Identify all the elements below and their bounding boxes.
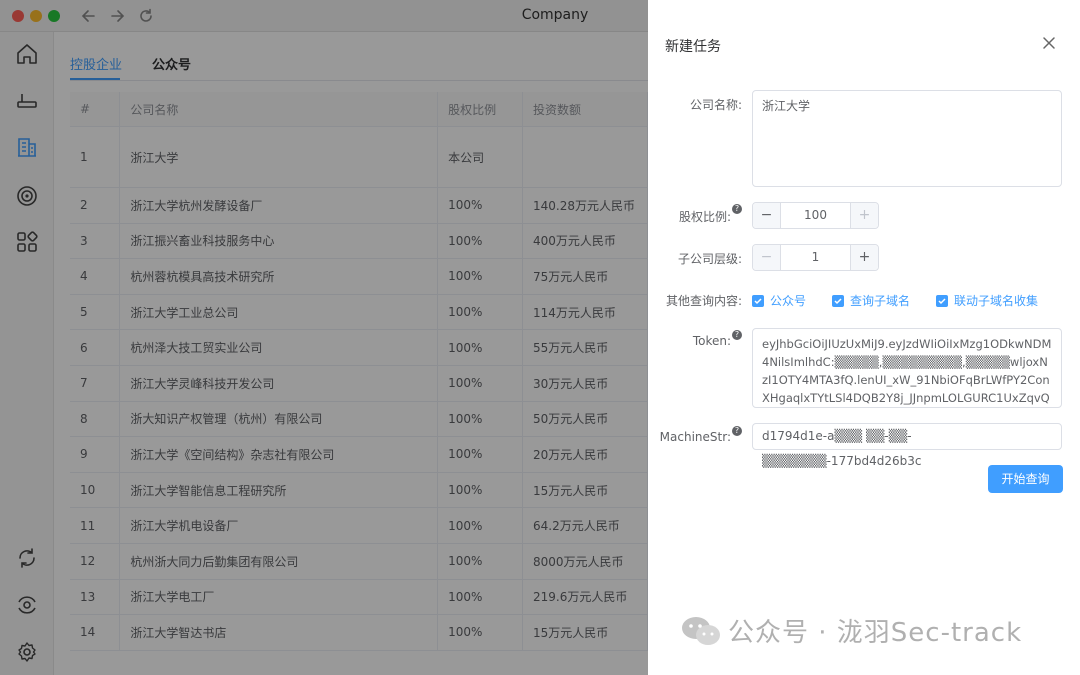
help-icon[interactable]: ? [732,204,742,214]
token-label-text: Token: [692,334,731,348]
subsidiary-level-stepper[interactable]: − 1 + [752,244,879,271]
equity-ratio-label-text: 股权比例: [678,210,731,224]
token-textarea[interactable]: eyJhbGciOiJIUzUxMiJ9.eyJzdWIiOiIxMzg1ODk… [752,328,1062,408]
help-icon[interactable]: ? [732,330,742,340]
machine-str-input[interactable]: d1794d1e-a▒▒▒ ▒▒-▒▒-▒▒▒▒▒▒▒-177bd4d26b3c [752,423,1062,468]
increment-button[interactable]: + [850,203,878,228]
modal-overlay[interactable] [0,0,648,675]
checkbox-checked-icon [936,295,948,307]
subsidiary-level-value[interactable]: 1 [780,245,851,270]
equity-ratio-stepper[interactable]: − 100 + [752,202,879,229]
checkbox-label: 联动子域名收集 [954,294,1039,308]
help-icon[interactable]: ? [732,426,742,436]
company-name-textarea[interactable]: 浙江大学 [752,90,1062,187]
company-name-value: 浙江大学 [762,99,811,113]
decrement-button[interactable]: − [753,203,781,228]
watermark-text: 公众号 · 泷羽Sec-track [728,618,1023,648]
equity-ratio-label: 股权比例:? [678,204,742,225]
new-task-drawer: 新建任务 公司名称: 浙江大学 股权比例:? − 100 + 子公司层级: − … [648,0,1080,675]
decrement-button[interactable]: − [753,245,781,270]
drawer-title: 新建任务 [665,39,721,55]
wechat-logo-icon [682,616,720,645]
token-label: Token:? [692,330,742,348]
checkbox-query-subdomain[interactable]: 查询子域名 [832,292,910,308]
company-name-label: 公司名称: [689,98,742,112]
checkbox-linked-subdomain-collect[interactable]: 联动子域名收集 [936,292,1038,308]
checkbox-checked-icon [832,295,844,307]
start-query-button[interactable]: 开始查询 [988,465,1063,493]
watermark: 公众号 · 泷羽Sec-track [680,612,1022,652]
increment-button[interactable]: + [850,245,878,270]
checkbox-official-account[interactable]: 公众号 [752,292,806,308]
other-query-label: 其他查询内容: [665,294,742,308]
checkbox-label: 公众号 [770,294,807,308]
checkbox-checked-icon [752,295,764,307]
checkbox-label: 查询子域名 [850,294,911,308]
subsidiary-level-label: 子公司层级: [677,252,742,266]
machine-str-label: MachineStr:? [659,426,742,444]
equity-ratio-value[interactable]: 100 [780,203,851,228]
machine-str-label-text: MachineStr: [659,430,731,444]
close-icon[interactable] [1040,34,1058,52]
